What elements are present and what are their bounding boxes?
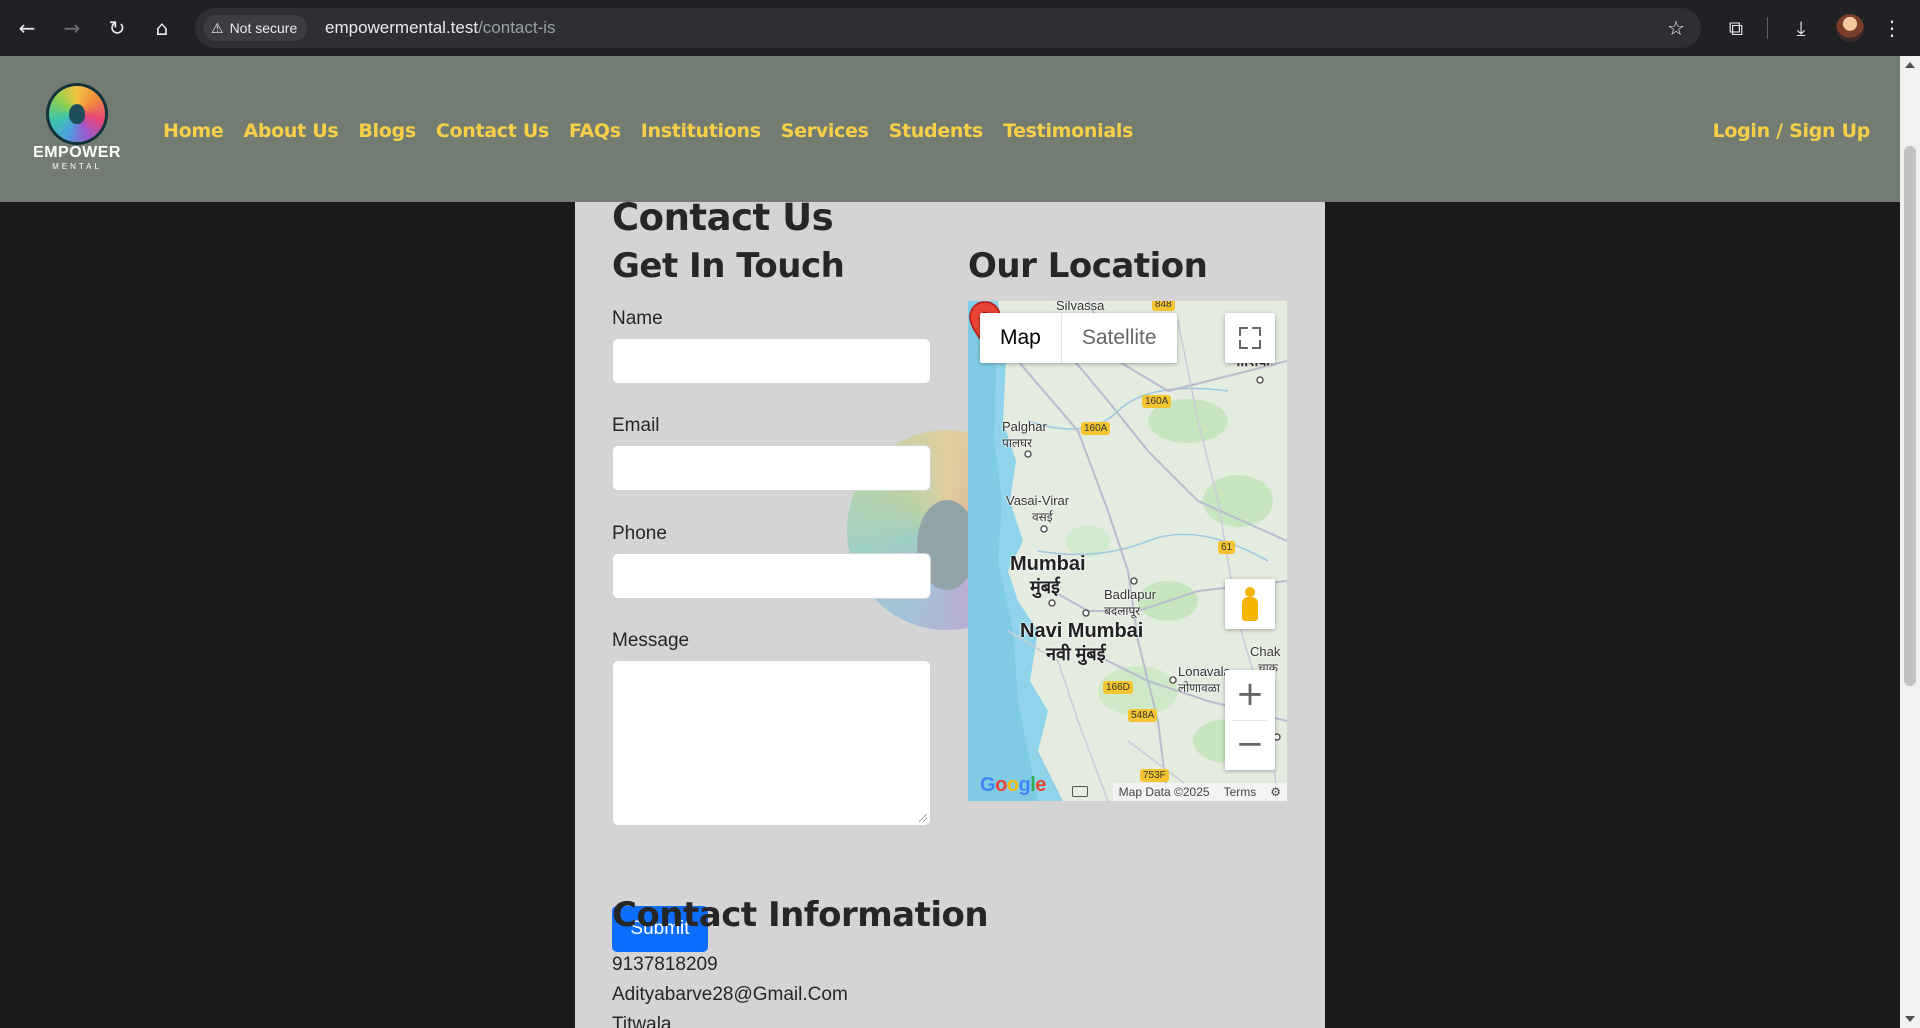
- map-label-navi-mumbai-local: नवी मुंबई: [1046, 644, 1106, 664]
- map-label-mumbai-local: मुंबई: [1030, 577, 1060, 597]
- scroll-up-icon[interactable]: [1905, 62, 1915, 68]
- map-label-chakan: Chak: [1250, 644, 1281, 659]
- zoom-control: + −: [1225, 670, 1275, 770]
- map-type-satellite-button[interactable]: Satellite: [1060, 313, 1177, 363]
- map-label-palghar-local: पालघर: [1002, 436, 1033, 450]
- bookmark-star-icon[interactable]: ☆: [1667, 16, 1685, 40]
- street-view-pegman-button[interactable]: [1225, 579, 1275, 629]
- logo-flower-icon: [49, 86, 105, 142]
- reload-icon[interactable]: ↻: [103, 14, 131, 42]
- url-path: /contact-is: [478, 18, 556, 37]
- map-label-navi-mumbai: Navi Mumbai: [1020, 620, 1144, 642]
- security-label: Not secure: [229, 20, 298, 36]
- map-label-vasai-local: वसई: [1032, 510, 1053, 524]
- map-attribution: Map Data ©2025 Terms ⚙: [1112, 783, 1287, 801]
- zoom-out-icon[interactable]: −: [1225, 720, 1275, 770]
- forward-icon[interactable]: →: [58, 14, 86, 42]
- road-shield: 166D: [1103, 681, 1133, 694]
- map-type-map-button[interactable]: Map: [980, 313, 1061, 363]
- road-shield: 61: [1218, 541, 1236, 554]
- map-data-text: Map Data ©2025: [1118, 785, 1210, 799]
- our-location-heading: Our Location: [968, 246, 1208, 286]
- message-label: Message: [612, 630, 690, 651]
- site-logo[interactable]: EMPOWER MENTAL: [32, 86, 122, 172]
- page-title: Contact Us: [612, 202, 834, 239]
- main-nav: Home About Us Blogs Contact Us FAQs Inst…: [163, 116, 1133, 146]
- page-scrollbar[interactable]: [1900, 56, 1920, 1028]
- logo-text-line1: EMPOWER: [33, 144, 121, 161]
- nav-services[interactable]: Services: [781, 116, 869, 146]
- map-label-vasai: Vasai-Virar: [1006, 493, 1070, 508]
- name-input[interactable]: [612, 338, 931, 384]
- warning-icon: ⚠: [211, 20, 224, 36]
- scrollbar-thumb[interactable]: [1904, 146, 1916, 686]
- contact-phone: 9137818209: [612, 954, 718, 975]
- scroll-down-icon[interactable]: [1905, 1016, 1915, 1022]
- nav-contact-us[interactable]: Contact Us: [436, 116, 549, 146]
- map-type-control: Map Satellite: [980, 313, 1177, 363]
- get-in-touch-heading: Get In Touch: [612, 246, 845, 286]
- security-chip[interactable]: ⚠ Not secure: [203, 15, 308, 41]
- contact-info-heading: Contact Information: [612, 895, 989, 935]
- map-label-badlapur: Badlapur: [1104, 587, 1157, 602]
- map-label-lonavala-local: लोणावळा: [1178, 681, 1220, 695]
- fullscreen-button[interactable]: [1225, 313, 1275, 363]
- road-shield: 160A: [1081, 422, 1111, 435]
- nav-faqs[interactable]: FAQs: [569, 116, 621, 146]
- pegman-icon: [1245, 587, 1255, 597]
- logo-text-line2: MENTAL: [52, 162, 102, 171]
- url-text[interactable]: empowermental.test/contact-is: [325, 8, 556, 48]
- page-viewport: EMPOWER MENTAL Home About Us Blogs Conta…: [0, 56, 1920, 1028]
- phone-input[interactable]: [612, 553, 931, 599]
- more-menu-icon[interactable]: ⋮: [1878, 14, 1906, 42]
- email-input[interactable]: [612, 445, 931, 491]
- map-label-palghar: Palghar: [1002, 419, 1047, 434]
- contact-city: Titwala: [612, 1014, 672, 1028]
- road-shield: 753F: [1140, 769, 1169, 782]
- nav-home[interactable]: Home: [163, 116, 224, 146]
- nav-testimonials[interactable]: Testimonials: [1003, 116, 1133, 146]
- email-label: Email: [612, 415, 660, 436]
- contact-card: Contact Us Get In Touch Name Email Phone…: [575, 202, 1325, 1028]
- nav-about-us[interactable]: About Us: [243, 116, 338, 146]
- browser-toolbar: ← → ↻ ⌂ ⚠ Not secure empowermental.test/c…: [0, 0, 1920, 56]
- download-icon[interactable]: ⤓: [1787, 14, 1815, 42]
- site-header: EMPOWER MENTAL Home About Us Blogs Conta…: [0, 56, 1900, 202]
- google-logo[interactable]: Google: [980, 774, 1046, 797]
- textarea-resize-handle[interactable]: [919, 814, 927, 822]
- name-label: Name: [612, 308, 663, 329]
- contact-email: Adityabarve28@Gmail.Com: [612, 984, 848, 1005]
- zoom-in-icon[interactable]: +: [1225, 670, 1275, 720]
- map-terms-link[interactable]: Terms: [1224, 783, 1257, 801]
- login-signup-link[interactable]: Login / Sign Up: [1713, 116, 1871, 146]
- nav-blogs[interactable]: Blogs: [358, 116, 416, 146]
- extensions-icon[interactable]: ⧉: [1722, 14, 1750, 42]
- map-label-mumbai: Mumbai: [1010, 553, 1086, 575]
- google-map[interactable]: Silvassa Palghar पालघर Vasai-Virar वसई M…: [968, 301, 1287, 801]
- road-shield: 160A: [1142, 395, 1172, 408]
- nav-students[interactable]: Students: [889, 116, 984, 146]
- back-icon[interactable]: ←: [13, 14, 41, 42]
- keyboard-shortcuts-icon[interactable]: [1072, 786, 1088, 797]
- map-label-silvassa: Silvassa: [1056, 301, 1105, 313]
- road-shield: 548A: [1128, 709, 1158, 722]
- message-textarea[interactable]: [612, 660, 931, 826]
- phone-label: Phone: [612, 523, 667, 544]
- map-label-badlapur-local: बदलापूर: [1104, 604, 1141, 618]
- profile-avatar[interactable]: [1836, 14, 1864, 42]
- url-host: empowermental.test: [325, 18, 479, 37]
- map-label-lonavala: Lonavala: [1178, 664, 1231, 679]
- home-icon[interactable]: ⌂: [148, 14, 176, 42]
- nav-institutions[interactable]: Institutions: [641, 116, 761, 146]
- toolbar-divider: [1767, 17, 1768, 39]
- road-shield: 848: [1152, 301, 1175, 311]
- report-error-icon[interactable]: ⚙: [1270, 783, 1281, 801]
- address-bar[interactable]: ⚠ Not secure empowermental.test/contact-i…: [195, 8, 1701, 48]
